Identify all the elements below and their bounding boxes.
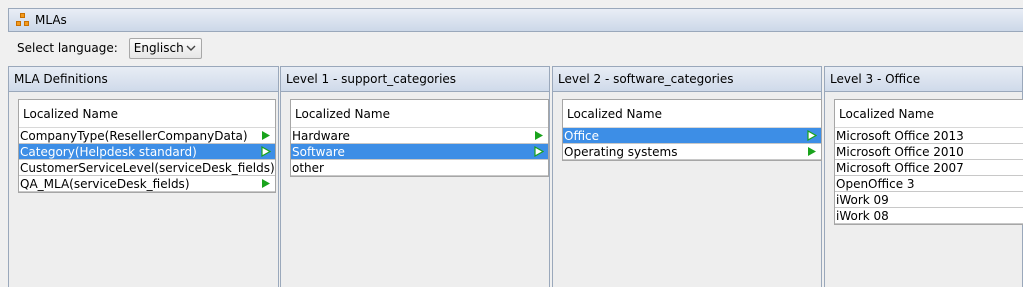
list-item[interactable]: OpenOffice 3: [835, 176, 1023, 192]
panel-level-1: Level 1 - support_categories Localized Na…: [280, 66, 550, 287]
list-item[interactable]: Software: [291, 144, 548, 160]
list-item-label: other: [292, 160, 324, 175]
expand-arrow-icon[interactable]: [807, 130, 817, 141]
list-item-label: Microsoft Office 2007: [836, 160, 964, 175]
panel-header: MLA Definitions: [9, 67, 278, 92]
list-item[interactable]: iWork 08: [835, 208, 1023, 224]
list-item[interactable]: QA_MLA(serviceDesk_fields): [19, 176, 275, 192]
list-level-3[interactable]: Localized Name Microsoft Office 2013 Micro…: [834, 99, 1023, 225]
list-item-label: QA_MLA(serviceDesk_fields): [20, 176, 190, 191]
expand-arrow-icon[interactable]: [261, 130, 271, 141]
panel-mla-definitions: MLA Definitions Localized Name CompanyType…: [8, 66, 279, 287]
list-item-label: CompanyType(ResellerCompanyData): [20, 128, 248, 143]
list-item[interactable]: Hardware: [291, 128, 548, 144]
column-header-localized-name[interactable]: Localized Name: [563, 100, 821, 128]
list-item-label: iWork 09: [836, 192, 889, 207]
expand-arrow-icon[interactable]: [534, 146, 544, 157]
list-item[interactable]: Microsoft Office 2013: [835, 128, 1023, 144]
panel-level-2: Level 2 - software_categories Localized N…: [552, 66, 822, 287]
language-select[interactable]: Englisch: [128, 37, 202, 59]
list-item-label: Hardware: [292, 128, 350, 143]
expand-arrow-icon[interactable]: [261, 178, 271, 189]
list-level-1[interactable]: Localized Name Hardware Software other: [290, 99, 549, 177]
list-item[interactable]: iWork 09: [835, 192, 1023, 208]
expand-arrow-icon[interactable]: [534, 130, 544, 141]
window-title: MLAs: [35, 13, 67, 27]
list-item[interactable]: Operating systems: [563, 144, 821, 160]
panel-header: Level 1 - support_categories: [281, 67, 549, 92]
list-item-label: iWork 08: [836, 208, 889, 223]
chevron-down-icon: [186, 45, 196, 51]
list-item-label: Category(Helpdesk standard): [20, 144, 197, 159]
list-item[interactable]: Office: [563, 128, 821, 144]
list-item-label: Office: [564, 128, 600, 143]
list-item-label: Software: [292, 144, 345, 159]
list-item-label: Microsoft Office 2010: [836, 144, 964, 159]
language-selected-value: Englisch: [133, 41, 184, 55]
list-item[interactable]: Microsoft Office 2007: [835, 160, 1023, 176]
panel-header: Level 2 - software_categories: [553, 67, 821, 92]
expand-arrow-icon[interactable]: [807, 146, 817, 157]
hierarchy-icon: [16, 13, 30, 27]
language-label: Select language:: [17, 41, 118, 55]
list-mla-definitions[interactable]: Localized Name CompanyType(ResellerCompan…: [18, 99, 276, 193]
list-level-2[interactable]: Localized Name Office Operating systems: [562, 99, 822, 161]
panel-header: Level 3 - Office: [825, 67, 1022, 92]
column-header-localized-name[interactable]: Localized Name: [19, 100, 275, 128]
list-item[interactable]: Category(Helpdesk standard): [19, 144, 275, 160]
list-item-label: OpenOffice 3: [836, 176, 915, 191]
column-header-localized-name[interactable]: Localized Name: [835, 100, 1023, 128]
list-item[interactable]: CompanyType(ResellerCompanyData): [19, 128, 275, 144]
language-bar: Select language: Englisch: [8, 33, 1023, 63]
column-header-localized-name[interactable]: Localized Name: [291, 100, 548, 128]
window-titlebar: MLAs: [8, 8, 1023, 32]
list-item-label: Microsoft Office 2013: [836, 128, 964, 143]
list-item-label: CustomerServiceLevel(serviceDesk_fields): [20, 160, 275, 175]
list-item[interactable]: other: [291, 160, 548, 176]
expand-arrow-icon[interactable]: [261, 146, 271, 157]
list-item[interactable]: CustomerServiceLevel(serviceDesk_fields): [19, 160, 275, 176]
mla-window: MLAs Select language: Englisch MLA Defin…: [0, 0, 1023, 287]
panel-level-3: Level 3 - Office Localized Name Microsoft …: [824, 66, 1023, 287]
list-item[interactable]: Microsoft Office 2010: [835, 144, 1023, 160]
list-item-label: Operating systems: [564, 144, 678, 159]
